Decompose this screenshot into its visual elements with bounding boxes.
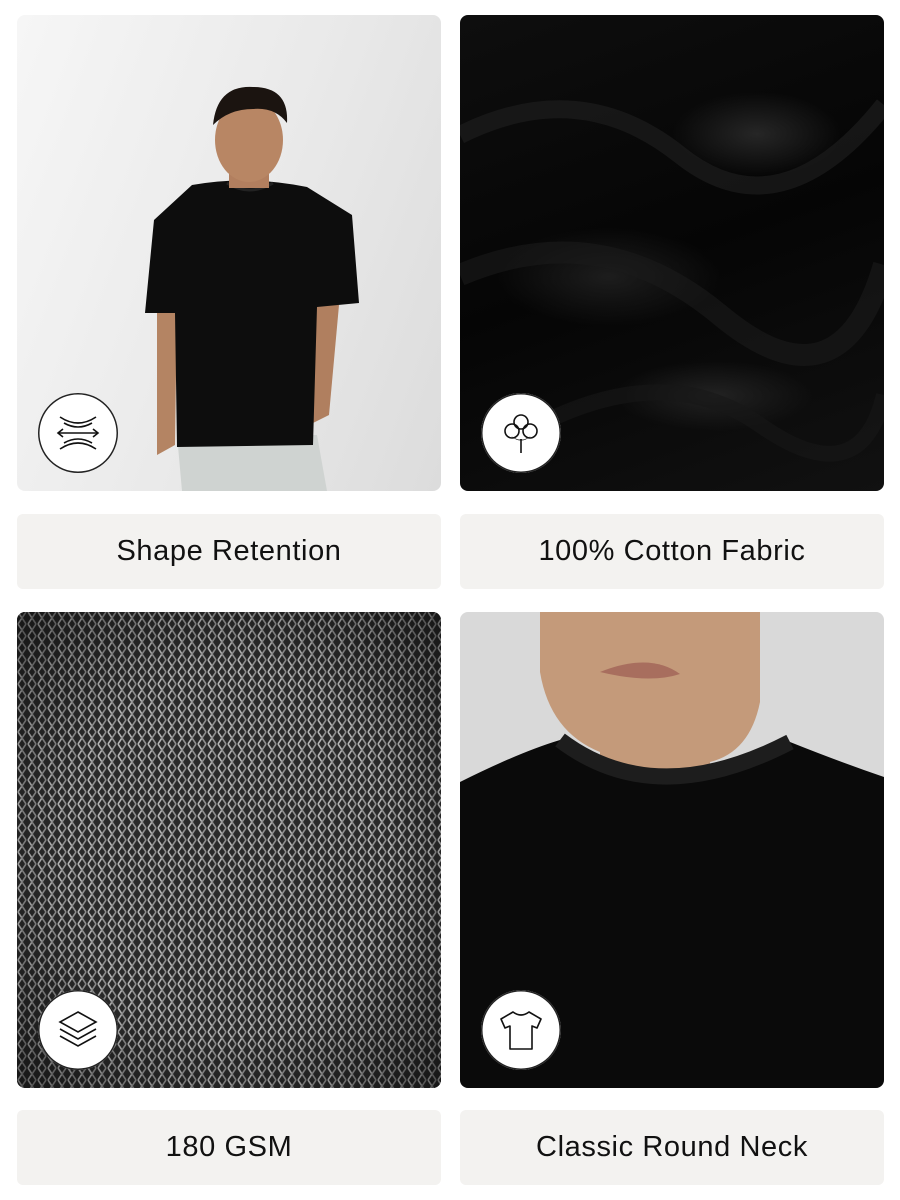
shape-retention-photo bbox=[17, 15, 441, 491]
cotton-fabric-photo bbox=[460, 15, 884, 491]
tshirt-icon bbox=[500, 1011, 542, 1050]
layers-icon bbox=[58, 1011, 98, 1047]
round-neck-badge bbox=[481, 990, 561, 1070]
feature-label-shape-retention: Shape Retention bbox=[17, 514, 441, 589]
round-neck-photo bbox=[460, 612, 884, 1088]
gsm-fabric-texture-photo bbox=[17, 612, 441, 1088]
gsm-badge bbox=[38, 990, 118, 1070]
cotton-flower-icon bbox=[504, 414, 538, 453]
feature-label-cotton: 100% Cotton Fabric bbox=[460, 514, 884, 589]
feature-label-gsm: 180 GSM bbox=[17, 1110, 441, 1185]
shape-retention-badge bbox=[38, 393, 118, 473]
cotton-badge bbox=[481, 393, 561, 473]
feature-label-round-neck: Classic Round Neck bbox=[460, 1110, 884, 1185]
stretch-arrows-icon bbox=[56, 416, 100, 450]
